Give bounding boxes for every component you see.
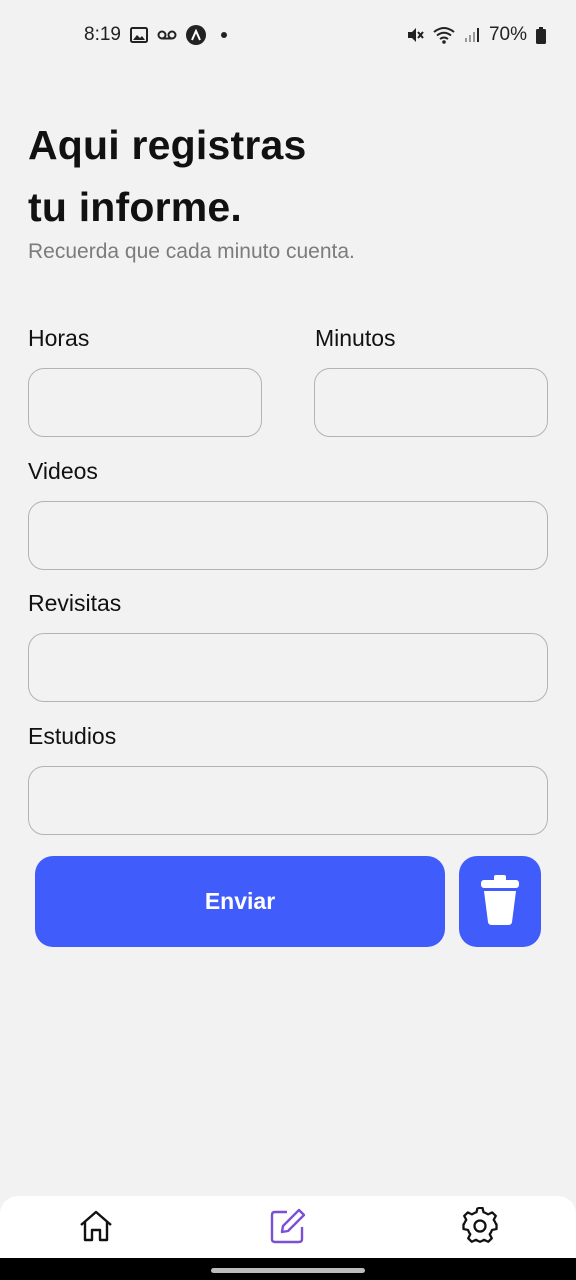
- page-title: Aqui registras tu informe.: [28, 122, 307, 230]
- app-a-icon: [185, 25, 206, 45]
- image-icon: [129, 27, 148, 43]
- gear-icon: [461, 1206, 499, 1250]
- horas-label: Horas: [28, 325, 90, 351]
- home-icon: [78, 1209, 114, 1248]
- horas-input[interactable]: [28, 368, 262, 437]
- signal-icon: [464, 27, 480, 43]
- minutos-input[interactable]: [314, 368, 548, 437]
- edit-icon: [269, 1207, 307, 1250]
- gesture-handle[interactable]: [211, 1268, 365, 1273]
- status-bar: 8:19 70%: [0, 0, 576, 70]
- mute-icon: [406, 26, 424, 44]
- screen: 8:19 70% Aqui registras tu informe. Recu…: [0, 0, 576, 1280]
- nav-settings[interactable]: [460, 1206, 500, 1250]
- bottom-nav: [0, 1196, 576, 1258]
- voicemail-icon: [157, 29, 177, 41]
- send-button[interactable]: Enviar: [35, 856, 445, 947]
- wifi-icon: [433, 26, 455, 44]
- videos-input[interactable]: [28, 501, 548, 570]
- nav-edit[interactable]: [268, 1208, 308, 1248]
- estudios-input[interactable]: [28, 766, 548, 835]
- status-left: 8:19: [84, 24, 227, 46]
- nav-home[interactable]: [76, 1208, 116, 1248]
- dot-icon: [220, 32, 227, 38]
- revisitas-input[interactable]: [28, 633, 548, 702]
- revisitas-label: Revisitas: [28, 590, 122, 616]
- trash-icon: [480, 874, 520, 929]
- page-subtitle: Recuerda que cada minuto cuenta.: [28, 240, 355, 263]
- minutos-label: Minutos: [315, 325, 396, 351]
- estudios-label: Estudios: [28, 723, 117, 749]
- battery-percent: 70%: [488, 24, 527, 45]
- delete-button[interactable]: [459, 856, 541, 947]
- status-right: 70%: [406, 24, 546, 46]
- videos-label: Videos: [28, 458, 98, 484]
- status-time: 8:19: [84, 24, 121, 45]
- battery-icon: [536, 26, 546, 44]
